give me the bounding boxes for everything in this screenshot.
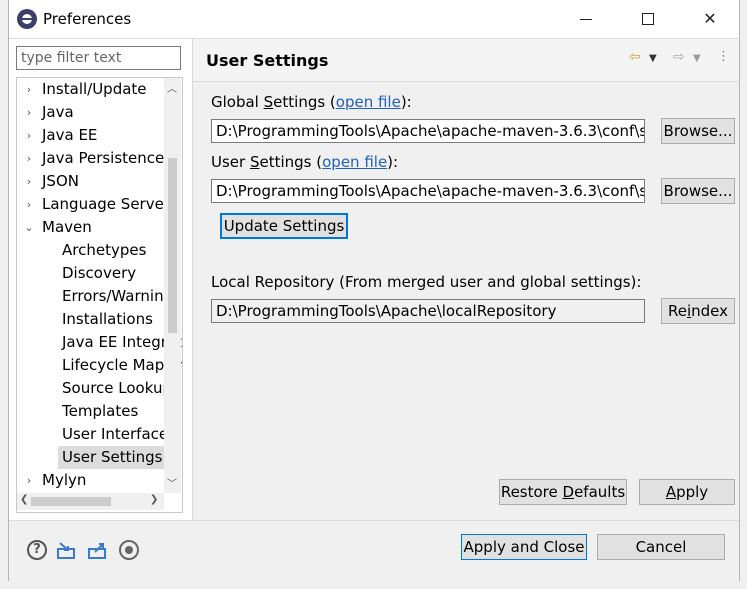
user-browse-button[interactable]: Browse... bbox=[661, 178, 735, 204]
tree-item-label: User Interface bbox=[62, 425, 169, 443]
eclipse-icon bbox=[17, 9, 37, 29]
global-label-mid: ettings ( bbox=[273, 93, 336, 111]
global-label-mnemonic: S bbox=[263, 93, 274, 111]
help-icon[interactable]: ? bbox=[27, 540, 47, 560]
window-title: Preferences bbox=[43, 10, 132, 28]
minimize-icon bbox=[580, 18, 592, 20]
apply-label-mnemonic: A bbox=[665, 483, 677, 501]
vertical-scroll-thumb[interactable] bbox=[168, 158, 177, 333]
preference-tree: › Install/Update › Java › Java EE › Java Persis… bbox=[16, 77, 183, 513]
global-settings-label: Global Settings (open file): bbox=[211, 93, 412, 111]
user-label-suffix: ): bbox=[387, 153, 399, 171]
tree-item-label: Language Servers bbox=[42, 195, 178, 213]
tree-item-label: Maven bbox=[42, 218, 92, 236]
tree-item-label: Mylyn bbox=[42, 471, 87, 489]
apply-button[interactable]: Apply bbox=[639, 479, 735, 505]
scroll-right-icon[interactable]: ❯ bbox=[150, 494, 158, 505]
tree-item-label: Archetypes bbox=[62, 241, 147, 259]
global-browse-button[interactable]: Browse... bbox=[661, 118, 735, 144]
update-settings-button[interactable]: Update Settings bbox=[220, 213, 348, 239]
restore-label-mnemonic: D bbox=[562, 483, 575, 501]
horizontal-scroll-thumb[interactable] bbox=[31, 497, 111, 506]
settings-page: User Settings ⇦ ▼ ⇨ ▼ ⋮ Global Settings … bbox=[193, 39, 739, 521]
user-settings-field[interactable]: D:\ProgrammingTools\Apache\apache-maven-… bbox=[211, 179, 645, 203]
reindex-button[interactable]: Reindex bbox=[661, 298, 735, 324]
cancel-button[interactable]: Cancel bbox=[597, 534, 725, 560]
tree-item-label: Templates bbox=[62, 402, 139, 420]
tree-horizontal-scrollbar[interactable]: ❮ ❯ bbox=[17, 493, 164, 510]
global-label-suffix: ): bbox=[400, 93, 412, 111]
minimize-button[interactable] bbox=[575, 8, 597, 30]
view-menu-icon[interactable]: ⋮ bbox=[717, 49, 730, 64]
collapsed-chevron-icon[interactable]: › bbox=[23, 124, 35, 147]
apply-and-close-button[interactable]: Apply and Close bbox=[461, 534, 587, 560]
reindex-label-suffix: ndex bbox=[691, 302, 729, 320]
user-label-prefix: User bbox=[211, 153, 250, 171]
user-label-mid: ettings ( bbox=[259, 153, 323, 171]
scroll-down-icon[interactable]: ﹀ bbox=[167, 475, 177, 490]
collapsed-chevron-icon[interactable]: › bbox=[23, 147, 35, 170]
reindex-label-prefix: Re bbox=[667, 302, 687, 320]
global-settings-field[interactable]: D:\ProgrammingTools\Apache\apache-maven-… bbox=[211, 119, 645, 143]
tree-item-label: Java bbox=[42, 103, 74, 121]
export-icon[interactable] bbox=[87, 540, 107, 560]
apply-label-suffix: pply bbox=[676, 483, 709, 501]
global-open-file-link[interactable]: open file bbox=[336, 93, 401, 111]
record-icon[interactable] bbox=[119, 540, 139, 560]
user-label-mnemonic: S bbox=[249, 153, 260, 171]
local-repo-field: D:\ProgrammingTools\Apache\localReposito… bbox=[211, 299, 645, 323]
forward-dropdown-icon[interactable]: ▼ bbox=[693, 53, 701, 64]
back-dropdown-icon[interactable]: ▼ bbox=[649, 53, 657, 64]
left-pane: › Install/Update › Java › Java EE › Java Persis… bbox=[9, 39, 192, 521]
content-area: › Install/Update › Java › Java EE › Java Persis… bbox=[9, 38, 739, 521]
user-open-file-link[interactable]: open file bbox=[322, 153, 387, 171]
preferences-window: Preferences ✕ › Install/Update › Java › Java … bbox=[9, 0, 739, 581]
tree-item-label: Java EE bbox=[42, 126, 98, 144]
tree-item-label: JSON bbox=[42, 172, 79, 190]
tree-item-label: Install/Update bbox=[42, 80, 147, 98]
user-settings-label: User Settings (open file): bbox=[211, 153, 398, 171]
collapsed-chevron-icon[interactable]: › bbox=[23, 469, 35, 492]
close-icon: ✕ bbox=[703, 9, 717, 28]
expanded-chevron-icon[interactable]: ⌄ bbox=[23, 216, 35, 239]
restore-label-suffix: efaults bbox=[574, 483, 626, 501]
restore-label-prefix: Restore bbox=[500, 483, 563, 501]
tree-item-label: Source Lookup bbox=[62, 379, 172, 397]
restore-defaults-button[interactable]: Restore Defaults bbox=[499, 479, 627, 505]
tree-item-label: Discovery bbox=[62, 264, 137, 282]
import-icon[interactable] bbox=[56, 540, 76, 560]
forward-arrow-icon[interactable]: ⇨ bbox=[673, 49, 685, 65]
dialog-footer: ? Apply and Close Cancel bbox=[9, 520, 739, 581]
scroll-up-icon[interactable]: ︿ bbox=[167, 80, 177, 95]
collapsed-chevron-icon[interactable]: › bbox=[23, 170, 35, 193]
tree-item-label: User Settings bbox=[58, 446, 167, 469]
page-header: User Settings ⇦ ▼ ⇨ ▼ ⋮ bbox=[193, 39, 739, 82]
tree-item-label: Java Persistence bbox=[42, 149, 165, 167]
collapsed-chevron-icon[interactable]: › bbox=[23, 101, 35, 124]
collapsed-chevron-icon[interactable]: › bbox=[23, 78, 35, 101]
close-button[interactable]: ✕ bbox=[699, 8, 721, 30]
title-bar: Preferences ✕ bbox=[9, 0, 739, 38]
maximize-button[interactable] bbox=[637, 8, 659, 30]
page-title: User Settings bbox=[206, 51, 329, 70]
global-label-prefix: Global bbox=[211, 93, 264, 111]
maximize-icon bbox=[642, 13, 654, 25]
collapsed-chevron-icon[interactable]: › bbox=[23, 193, 35, 216]
back-arrow-icon[interactable]: ⇦ bbox=[629, 49, 641, 65]
tree-item-label: Installations bbox=[62, 310, 153, 328]
scroll-left-icon[interactable]: ❮ bbox=[20, 494, 28, 505]
tree-vertical-scrollbar[interactable]: ︿ ﹀ bbox=[164, 78, 181, 493]
filter-input[interactable] bbox=[16, 46, 181, 70]
local-repo-label: Local Repository (From merged user and g… bbox=[211, 273, 642, 291]
